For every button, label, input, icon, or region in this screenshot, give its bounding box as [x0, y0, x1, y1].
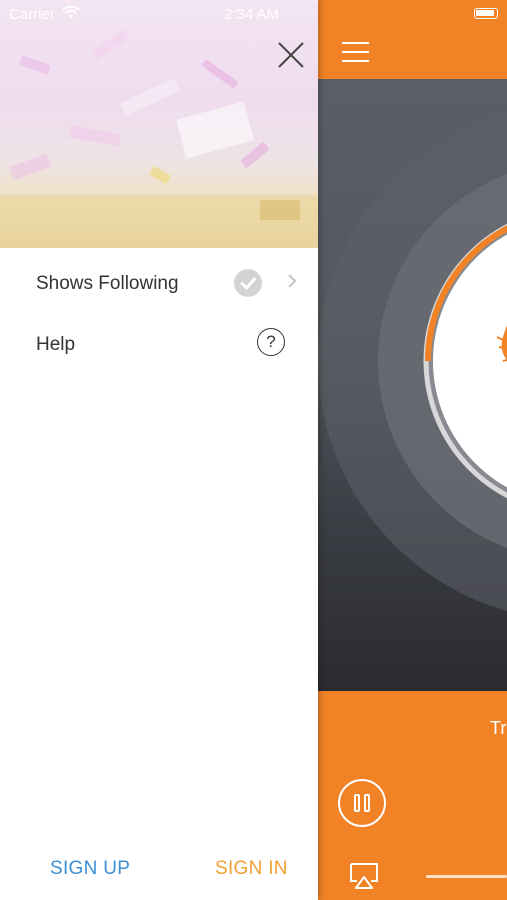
track-title: Tr [490, 718, 507, 738]
sign-in-button[interactable]: SIGN IN [215, 858, 288, 880]
album-art-area [318, 79, 507, 691]
player-screen: Tr [318, 0, 507, 900]
airplay-icon[interactable] [348, 862, 380, 890]
chevron-right-icon [288, 274, 297, 288]
sign-up-button[interactable]: SIGN UP [50, 858, 130, 880]
drawer-header-image: Carrier 2:34 AM [0, 0, 318, 248]
menu-item-label: Shows Following [36, 273, 179, 294]
status-carrier: Carrier [9, 6, 55, 23]
album-art-rings [318, 110, 507, 612]
menu-item-help[interactable]: Help ? [0, 314, 318, 374]
volume-slider[interactable] [426, 875, 507, 878]
hamburger-menu-button[interactable] [342, 40, 370, 64]
player-header [318, 0, 507, 79]
close-icon[interactable] [276, 40, 306, 70]
side-drawer: Carrier 2:34 AM Shows Following Help ? S… [0, 0, 318, 900]
pause-button[interactable] [338, 779, 386, 827]
question-circle-icon: ? [257, 328, 285, 356]
menu-item-shows-following[interactable]: Shows Following [0, 253, 318, 313]
battery-icon [474, 8, 498, 19]
check-circle-icon [234, 269, 262, 297]
wifi-icon [62, 5, 80, 19]
status-time: 2:34 AM [224, 6, 280, 23]
menu-item-label: Help [36, 334, 76, 355]
